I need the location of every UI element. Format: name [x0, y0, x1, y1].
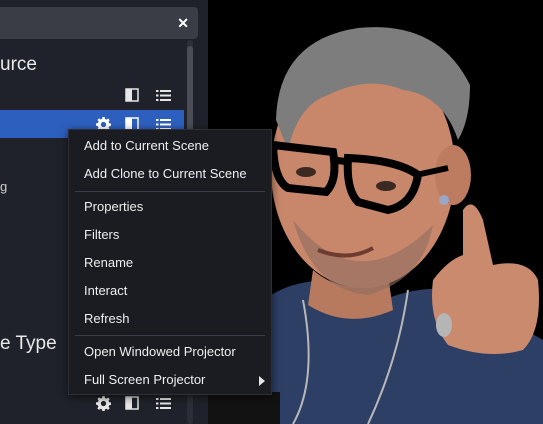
- list-icon[interactable]: [155, 87, 171, 103]
- menu-item-full-screen-projector[interactable]: Full Screen Projector: [69, 368, 271, 392]
- section-title-type: e Type: [0, 333, 57, 354]
- section-title-source: urce: [0, 54, 37, 75]
- close-icon[interactable]: ✕: [177, 14, 189, 32]
- microphone-foreground: [208, 392, 280, 424]
- list-icon[interactable]: [155, 395, 171, 411]
- gear-icon[interactable]: [95, 395, 111, 411]
- layout-icon[interactable]: [124, 395, 140, 411]
- menu-item-filters[interactable]: Filters: [69, 223, 271, 247]
- menu-item-open-windowed-projector[interactable]: Open Windowed Projector: [69, 340, 271, 364]
- source-label-fragment: g: [0, 179, 8, 194]
- menu-item-label: Full Screen Projector: [84, 372, 206, 387]
- menu-item-interact[interactable]: Interact: [69, 279, 271, 303]
- menu-item-refresh[interactable]: Refresh: [69, 307, 271, 331]
- menu-item-add-to-current-scene[interactable]: Add to Current Scene: [69, 134, 271, 158]
- context-menu: Add to Current Scene Add Clone to Curren…: [68, 129, 272, 395]
- layout-icon[interactable]: [124, 87, 140, 103]
- menu-item-properties[interactable]: Properties: [69, 195, 271, 219]
- scrollbar-thumb[interactable]: [187, 46, 193, 132]
- chevron-right-icon: [259, 376, 265, 386]
- panel-header-bar: ✕: [0, 7, 198, 39]
- menu-separator: [75, 335, 265, 336]
- menu-item-rename[interactable]: Rename: [69, 251, 271, 275]
- menu-item-add-clone-to-current-scene[interactable]: Add Clone to Current Scene: [69, 162, 271, 186]
- menu-separator: [75, 191, 265, 192]
